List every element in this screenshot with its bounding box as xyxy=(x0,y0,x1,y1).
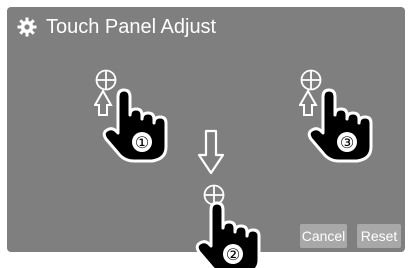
point-1-label: ① xyxy=(135,133,149,152)
page-title: Touch Panel Adjust xyxy=(46,16,217,38)
hand-pointer-icon: ① xyxy=(94,88,168,163)
hand-pointer-icon: ② xyxy=(195,201,261,268)
reset-button[interactable]: Reset xyxy=(357,224,401,248)
point-3-label: ③ xyxy=(340,133,354,152)
gear-icon xyxy=(17,17,37,37)
touch-panel-screen: Touch Panel Adjust ① ③ ② Cancel Reset xyxy=(7,7,405,268)
cancel-button[interactable]: Cancel xyxy=(300,224,347,248)
hand-pointer-icon: ③ xyxy=(299,88,373,163)
header-bar: Touch Panel Adjust xyxy=(7,7,405,49)
down-arrow-icon xyxy=(197,129,225,175)
point-2-label: ② xyxy=(226,245,240,264)
